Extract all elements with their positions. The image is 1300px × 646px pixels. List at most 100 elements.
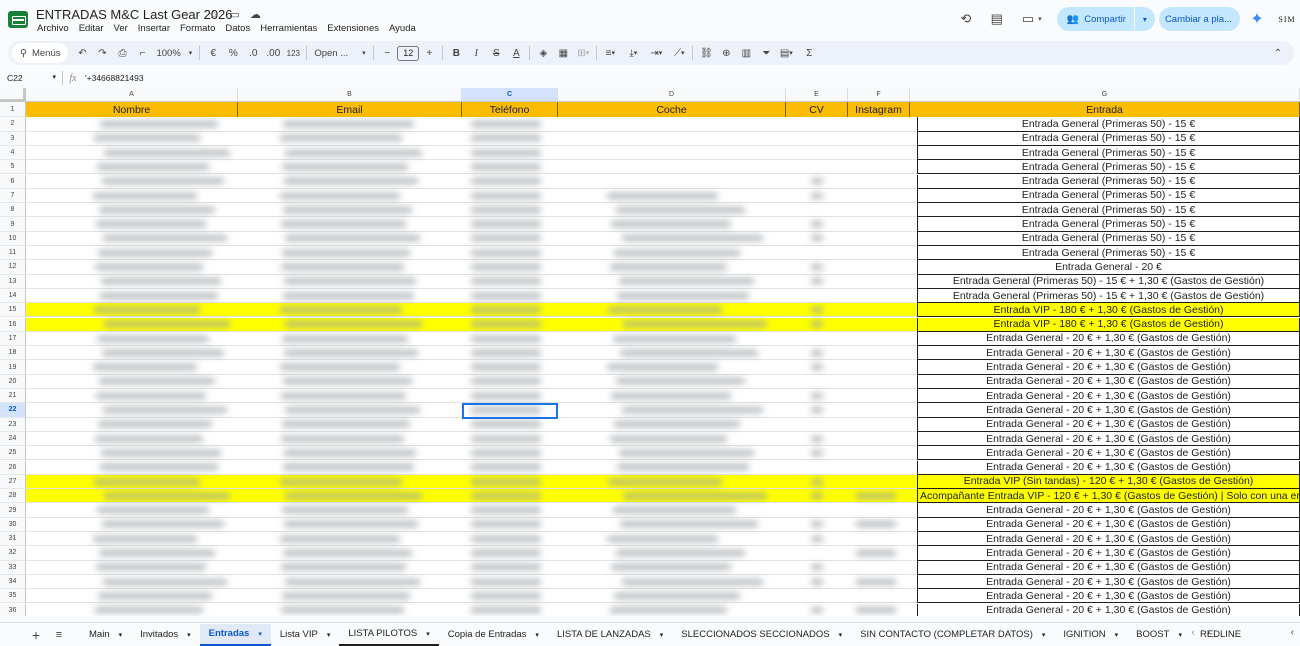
row-header[interactable]: 31 [0, 532, 26, 547]
chevron-down-icon[interactable]: ▾ [660, 631, 664, 639]
sheet-tab-lista-vip[interactable]: Lista VIP ▾ [271, 624, 340, 646]
spreadsheet-grid[interactable]: A B C D E F G 1 2 3 4 5 6 7 8 9 10 11 12 13 14 15 16 17 18 19 20 21… [0, 88, 1300, 616]
menu-insertar[interactable]: Insertar [133, 23, 175, 34]
row-header[interactable]: 22 [0, 403, 26, 418]
strikethrough-icon[interactable]: S [486, 43, 506, 63]
text-wrap-icon[interactable]: ⇥ ▾ [646, 43, 666, 63]
row-header[interactable]: 20 [0, 374, 26, 389]
merge-cells-icon[interactable]: ⊞ ▾ [573, 43, 593, 63]
entrada-cell[interactable]: Entrada General - 20 € + 1,30 € (Gastos … [917, 360, 1300, 375]
chevron-down-icon[interactable]: ▾ [1115, 631, 1119, 639]
comments-icon[interactable]: ▤ [987, 9, 1007, 29]
entrada-cell[interactable]: Entrada General - 20 € + 1,30 € (Gastos … [917, 346, 1300, 361]
row-header[interactable]: 10 [0, 231, 26, 246]
chevron-right-icon[interactable]: › [1207, 627, 1210, 638]
menu-ayuda[interactable]: Ayuda [384, 23, 421, 34]
percent-button[interactable]: % [223, 43, 243, 63]
sheet-tab-lista-de-lanzadas[interactable]: LISTA DE LANZADAS ▾ [548, 624, 672, 646]
meet-icon[interactable]: ▭ ▾ [1018, 9, 1046, 29]
decrease-decimals-button[interactable]: .0 [243, 43, 263, 63]
fill-color-icon[interactable]: ◈ [533, 43, 553, 63]
switch-button[interactable]: Cambiar a pla... [1158, 7, 1240, 31]
entrada-cell[interactable]: Entrada General - 20 € + 1,30 € (Gastos … [917, 560, 1300, 575]
entrada-cell[interactable]: Entrada General - 20 € + 1,30 € (Gastos … [917, 389, 1300, 404]
menu-datos[interactable]: Datos [220, 23, 255, 34]
chevron-down-icon[interactable]: ▾ [187, 631, 191, 639]
entrada-cell[interactable]: Entrada General (Primeras 50) - 15 € [917, 246, 1300, 261]
entrada-cell[interactable]: Entrada General - 20 € + 1,30 € (Gastos … [917, 603, 1300, 616]
chevron-down-icon[interactable]: ▾ [1178, 631, 1182, 639]
print-icon[interactable]: ⎙ [112, 43, 132, 63]
header-cell-e[interactable]: CV [786, 102, 848, 117]
sheet-tab-main[interactable]: Main ▾ [80, 624, 131, 646]
text-color-icon[interactable]: A [506, 43, 526, 63]
entrada-cell[interactable]: Entrada General - 20 € + 1,30 € (Gastos … [917, 460, 1300, 475]
menu-ver[interactable]: Ver [109, 23, 133, 34]
row-header[interactable]: 30 [0, 517, 26, 532]
row-header[interactable]: 6 [0, 174, 26, 189]
header-cell-f[interactable]: Instagram [848, 102, 910, 117]
row-header[interactable]: 24 [0, 431, 26, 447]
column-header-d[interactable]: D [558, 88, 786, 102]
entrada-cell[interactable]: Entrada General (Primeras 50) - 15 € [917, 174, 1300, 189]
menu-search[interactable]: ⚲ Menús [12, 43, 69, 63]
entrada-cell[interactable]: Entrada General - 20 € + 1,30 € (Gastos … [917, 589, 1300, 604]
row-header[interactable]: 28 [0, 489, 26, 504]
insert-chart-icon[interactable]: ▥ [736, 43, 756, 63]
sheet-tab-ignition[interactable]: IGNITION ▾ [1054, 624, 1127, 646]
row-header[interactable]: 27 [0, 474, 26, 490]
sheets-logo-icon[interactable] [8, 11, 28, 28]
font-size-input[interactable]: 12 [397, 45, 420, 61]
column-header-c[interactable]: C [462, 88, 558, 102]
row-header[interactable]: 12 [0, 260, 26, 275]
collapse-toolbar-icon[interactable]: ⌃ [1268, 43, 1288, 63]
sheet-tab-invitados[interactable]: Invitados ▾ [131, 624, 200, 646]
entrada-cell[interactable]: Entrada General - 20 € + 1,30 € (Gastos … [917, 331, 1300, 347]
row-header[interactable]: 33 [0, 560, 26, 575]
folder-icon[interactable]: ▭ [228, 8, 241, 21]
row-header[interactable]: 14 [0, 288, 26, 304]
row-header[interactable]: 5 [0, 160, 26, 175]
star-icon[interactable]: ☆ [207, 8, 220, 21]
entrada-cell[interactable]: Entrada General (Primeras 50) - 15 € [917, 188, 1300, 204]
cloud-status-icon[interactable]: ☁ [249, 8, 262, 21]
row-header[interactable]: 23 [0, 417, 26, 432]
row-header[interactable]: 15 [0, 303, 26, 318]
add-sheet-icon[interactable]: + [24, 625, 48, 645]
all-sheets-icon[interactable]: ≡ [48, 625, 70, 645]
menu-extensiones[interactable]: Extensiones [322, 23, 384, 34]
row-header[interactable]: 1 [0, 102, 26, 117]
entrada-cell[interactable]: Entrada General (Primeras 50) - 15 € [917, 145, 1300, 161]
header-cell-b[interactable]: Email [238, 102, 462, 117]
entrada-cell[interactable]: Entrada General - 20 € + 1,30 € (Gastos … [917, 503, 1300, 518]
column-header-g[interactable]: G [910, 88, 1300, 102]
borders-icon[interactable]: ▦ [553, 43, 573, 63]
column-header-f[interactable]: F [848, 88, 910, 102]
row-header[interactable]: 36 [0, 603, 26, 616]
entrada-cell[interactable]: Entrada General - 20 € + 1,30 € (Gastos … [917, 532, 1300, 547]
entrada-cell[interactable]: Entrada VIP - 180 € + 1,30 € (Gastos de … [917, 303, 1300, 318]
paint-format-icon[interactable]: ⌐ [132, 43, 152, 63]
chevron-down-icon[interactable]: ▾ [258, 630, 262, 638]
currency-button[interactable]: € [203, 43, 223, 63]
entrada-cell[interactable]: Entrada General (Primeras 50) - 15 € [917, 117, 1300, 132]
column-header-b[interactable]: B [238, 88, 462, 102]
entrada-cell[interactable]: Entrada General - 20 € + 1,30 € (Gastos … [917, 431, 1300, 447]
chevron-down-icon[interactable]: ▾ [327, 631, 331, 639]
avatar[interactable]: SIM [1274, 10, 1300, 28]
entrada-cell[interactable]: Entrada General (Primeras 50) - 15 € + 1… [917, 288, 1300, 304]
font-select[interactable]: Open ... ▾ [310, 48, 370, 59]
entrada-cell[interactable]: Entrada VIP - 180 € + 1,30 € (Gastos de … [917, 317, 1300, 332]
entrada-cell[interactable]: Entrada General (Primeras 50) - 15 € [917, 231, 1300, 246]
insert-link-icon[interactable]: ⛓ [696, 43, 716, 63]
row-header[interactable]: 3 [0, 131, 26, 146]
row-header[interactable]: 8 [0, 203, 26, 218]
row-header[interactable]: 29 [0, 503, 26, 518]
share-button[interactable]: 👥 Compartir [1056, 7, 1134, 31]
entrada-cell[interactable]: Entrada VIP (Sin tandas) - 120 € + 1,30 … [917, 474, 1300, 490]
entrada-cell[interactable]: Entrada General - 20 € + 1,30 € (Gastos … [917, 574, 1300, 590]
entrada-cell[interactable]: Entrada General - 20 € + 1,30 € (Gastos … [917, 446, 1300, 461]
row-header[interactable]: 21 [0, 389, 26, 404]
number-format-button[interactable]: 123 [283, 43, 303, 63]
entrada-cell[interactable]: Entrada General - 20 € + 1,30 € (Gastos … [917, 374, 1300, 389]
